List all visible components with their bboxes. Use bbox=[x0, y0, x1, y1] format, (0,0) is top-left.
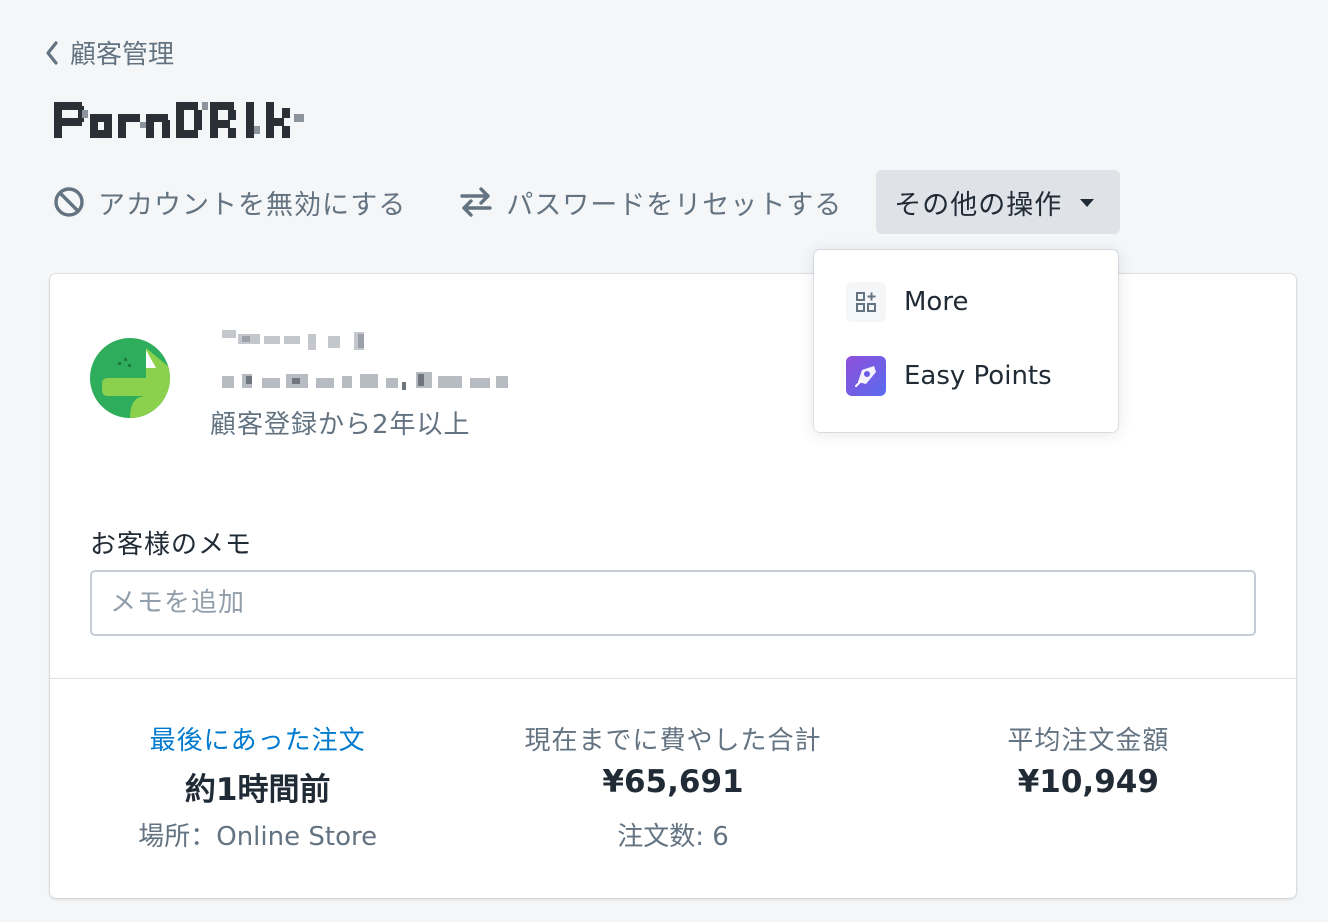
last-order-link[interactable]: 最後にあった注文 bbox=[50, 720, 465, 758]
average-order-label: 平均注文金額 bbox=[1007, 726, 1170, 756]
reset-password-button[interactable]: パスワードをリセットする bbox=[458, 183, 842, 222]
disable-account-label: アカウントを無効にする bbox=[98, 189, 407, 221]
breadcrumb-label: 顧客管理 bbox=[70, 40, 175, 70]
customer-name-redacted bbox=[54, 102, 304, 138]
customer-avatar bbox=[90, 338, 170, 418]
card-divider bbox=[50, 678, 1296, 679]
disable-account-button[interactable]: アカウントを無効にする bbox=[52, 183, 406, 222]
breadcrumb-back[interactable]: 顧客管理 bbox=[44, 34, 174, 71]
dropdown-item-more[interactable]: More bbox=[814, 280, 1118, 324]
stat-last-order: 最後にあった注文 約1時間前 場所：Online Store bbox=[50, 720, 465, 853]
easy-points-app-icon bbox=[846, 356, 886, 396]
last-order-location: 場所：Online Store bbox=[138, 822, 378, 852]
order-count: 注文数: 6 bbox=[617, 822, 729, 852]
customer-tenure: 顧客登録から2年以上 bbox=[210, 410, 471, 440]
order-stats: 最後にあった注文 約1時間前 場所：Online Store 現在までに費やした… bbox=[50, 720, 1296, 853]
customer-location-redacted bbox=[222, 372, 508, 390]
more-actions-dropdown: More Easy Points bbox=[814, 250, 1118, 432]
stat-average-order: 平均注文金額 ¥10,949 bbox=[881, 720, 1296, 853]
customer-detail-page: 顧客管理 アカウントを無効にする パスワードをリセットする その他の操作 顧客登… bbox=[0, 0, 1328, 922]
stat-total-spent: 現在までに費やした合計 ¥65,691 注文数: 6 bbox=[465, 720, 880, 853]
chevron-left-icon bbox=[46, 40, 58, 65]
dropdown-item-easy-points[interactable]: Easy Points bbox=[814, 354, 1118, 398]
dropdown-item-easy-points-label: Easy Points bbox=[904, 361, 1052, 391]
average-order-value: ¥10,949 bbox=[1017, 764, 1159, 800]
customer-note-input[interactable] bbox=[90, 570, 1256, 636]
dropdown-item-more-label: More bbox=[904, 287, 969, 317]
block-icon bbox=[54, 187, 84, 217]
last-order-value: 約1時間前 bbox=[184, 772, 331, 808]
caret-down-icon bbox=[1080, 199, 1095, 207]
customer-note-label: お客様のメモ bbox=[90, 530, 253, 560]
total-spent-label: 現在までに費やした合計 bbox=[524, 726, 822, 756]
apps-grid-icon bbox=[846, 282, 886, 322]
swap-arrows-icon bbox=[460, 187, 492, 217]
total-spent-value: ¥65,691 bbox=[602, 764, 744, 800]
customer-name-line-redacted bbox=[222, 330, 364, 350]
reset-password-label: パスワードをリセットする bbox=[506, 189, 843, 221]
more-actions-button[interactable]: その他の操作 bbox=[876, 170, 1121, 234]
customer-actions: アカウントを無効にする パスワードをリセットする その他の操作 bbox=[52, 170, 1121, 234]
more-actions-label: その他の操作 bbox=[894, 189, 1063, 221]
